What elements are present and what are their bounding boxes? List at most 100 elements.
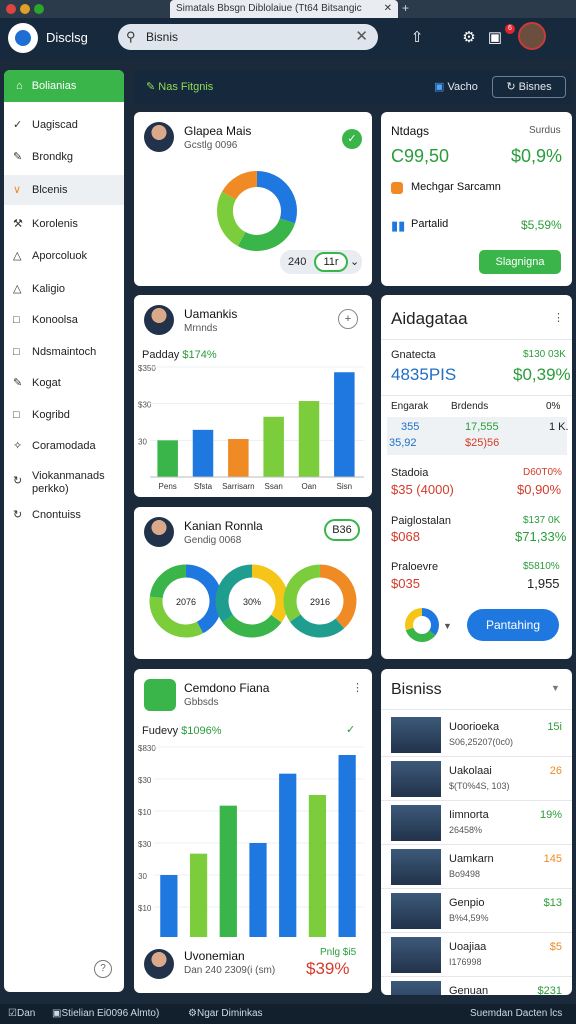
refresh-icon: ↻ [13,509,23,521]
search-bar[interactable]: ⚲ ✕ [118,24,378,50]
sidebar-item-viokanmanads[interactable]: ↻ Viokanmanads perkko) [4,466,124,502]
y-tick-label: $10 [138,808,152,817]
app-name: Disclsg [46,30,88,45]
help-icon[interactable]: ? [94,960,112,978]
sidebar-item-konoolsa[interactable]: □ Konoolsa [4,305,124,335]
gear-icon[interactable]: ⚙ [458,27,480,49]
view-label[interactable]: ▣ Vacho [434,80,478,93]
sidebar-item-uagiscad[interactable]: ✓ Uagiscad [4,110,124,140]
g3: 1 K. [549,421,569,433]
list-item-name: Iimnorta [449,809,489,821]
check-icon[interactable]: ✓ [342,129,362,149]
list-item[interactable]: Uoajiaa I176998 $5 [381,933,572,977]
edit-icon: ✎ [13,151,23,163]
search-icon: ⚲ [126,29,136,44]
x-tick-label: Pens [159,482,177,491]
thumbnail [391,937,441,973]
minimize-window-icon[interactable] [20,4,30,14]
list-item[interactable]: Uakolaai $(T0%4S, 103) 26 [381,757,572,801]
more-icon[interactable]: ⋮ [352,681,363,694]
bar-chart: $350 $30 30 Pens Sfsta Sarrisarn Ssan Oan Sisn [138,364,364,491]
new-tab-icon[interactable]: + [402,1,409,15]
sidebar-item-cnontuiss[interactable]: ↻ Cnontuiss [4,500,124,530]
list-title: Bisniss [391,681,442,698]
period-option[interactable]: 11r [314,252,348,272]
chart-label-value: $174% [182,349,217,361]
tab-close-icon[interactable]: ✕ [384,0,392,18]
calendar-icon[interactable]: ▣ [484,27,506,49]
bar [189,853,208,939]
sidebar-item-kogat[interactable]: ✎ Kogat [4,368,124,398]
bar-chart-card-2: Cemdono Fiana Gbbsds ⋮ Fudevy $1096% ✓ $… [134,669,372,955]
mini-donut [405,608,439,642]
slagnigna-button[interactable]: Slagnigna [479,250,561,274]
close-window-icon[interactable] [6,4,16,14]
bisniss-list-card: Bisniss ▼ Uoorioeka S06,25207(0c0) 15i Uako… [381,669,572,995]
sidebar-item-label: Uagiscad [32,119,78,131]
list-item[interactable]: Genuan $231 [381,977,572,995]
bottom-card: Uvonemian Dan 240 2309(i (sm) Pnlg $i5 $… [134,937,372,993]
list-item[interactable]: Iimnorta 26458% 19% [381,801,572,845]
list-item-name: Genpio [449,897,485,909]
more-icon[interactable]: ⋮ [553,311,564,324]
list-item[interactable]: Genpio B%4,59% $13 [381,889,572,933]
s3-pct: 1,955 [527,576,560,591]
pantahing-button[interactable]: Pantahing [467,609,559,641]
tag-badge[interactable]: B36 [324,519,360,541]
document-icon: □ [13,346,20,358]
sidebar-item-kogribd[interactable]: □ Kogribd [4,400,124,430]
browser-tab[interactable]: Simatals Bbsgn Diblolaiue (Tt64 Bitsangi… [170,0,398,18]
upload-icon[interactable]: ⇧ [406,27,428,49]
toolbar-title: ✎ Nas Fitgnis [146,80,213,93]
sidebar-item-kaligio[interactable]: △ Kaligio [4,274,124,304]
divider [381,339,572,340]
status-left-text: Dan [16,1008,36,1019]
search-input[interactable] [146,28,346,46]
bar [279,773,297,939]
list-item[interactable]: Uamkarn Bo9498 145 [381,845,572,889]
profile-photo [144,517,174,547]
card-sub: Dan 240 2309(i (sm) [184,965,276,976]
bar-chart: $830$30$10$3030$10SbhSsanBanNanCabb Maol… [138,744,366,953]
y-tick-label: $10 [138,904,152,913]
list-item-name: Uoorioeka [449,721,500,733]
sidebar-item-coramodada[interactable]: ✧ Coramodada [4,431,124,461]
dropdown-arrow-icon[interactable]: ▼ [443,621,452,631]
s1-label: Stadoia [391,467,429,479]
y-tick-label: $30 [138,401,152,410]
content-toolbar: ✎ Nas Fitgnis ▣ Vacho ↻ Bisnes [134,70,572,104]
view-label-text: Vacho [447,81,478,93]
g1b: 35,92 [389,437,417,449]
sidebar-item-blcenis[interactable]: ∨ Blcenis [4,175,124,205]
bisnes-button[interactable]: ↻ Bisnes [492,76,566,98]
sidebar-item-label: Brondkg [32,151,73,163]
sidebar-item-aporcoluok[interactable]: △ Aporcoluok [4,241,124,271]
maximize-window-icon[interactable] [34,4,44,14]
period-select[interactable]: 240 11r ⌄ [280,250,362,274]
stats-title: Ntdags [391,124,430,138]
app-header: Disclsg ⚲ ✕ ⇧ ⚙ ▣ 6 [0,18,576,58]
list-item-name: Uoajiaa [449,941,487,953]
clear-search-icon[interactable]: ✕ [355,27,368,45]
list-item-sub: S06,25207(0c0) [449,737,514,747]
list-item-value: 19% [539,809,562,821]
stats-value-left: C99,50 [391,146,450,166]
home-icon: ⌂ [16,80,23,92]
list-item-sub: I176998 [449,957,482,967]
chart-label-text: Padday [142,349,180,361]
sidebar-item-brondkg[interactable]: ✎ Brondkg [4,142,124,172]
chevron-down-icon[interactable]: ▼ [551,683,560,693]
sidebar-item-ndsmaintoch[interactable]: □ Ndsmaintoch [4,337,124,367]
app-logo-icon[interactable] [8,23,38,53]
sidebar-item-active[interactable]: ⌂ Bolianias [4,70,124,102]
donut-slice [283,564,321,622]
list-item[interactable]: Uoorioeka S06,25207(0c0) 15i [381,713,572,757]
sidebar-item-label: Viokanmanads perkko) [32,470,105,495]
sidebar-item-korolenis[interactable]: ⚒ Korolenis [4,209,124,239]
stats-card: Ntdags Surdus C99,50 $0,9% Mechgar Sarca… [381,112,572,286]
s3-small: $5810% [523,561,560,572]
add-icon[interactable]: + [338,309,358,329]
r1-value: 4835PIS [391,365,457,384]
sidebar-item-label: Kaligio [32,283,66,295]
user-avatar[interactable] [518,22,546,50]
